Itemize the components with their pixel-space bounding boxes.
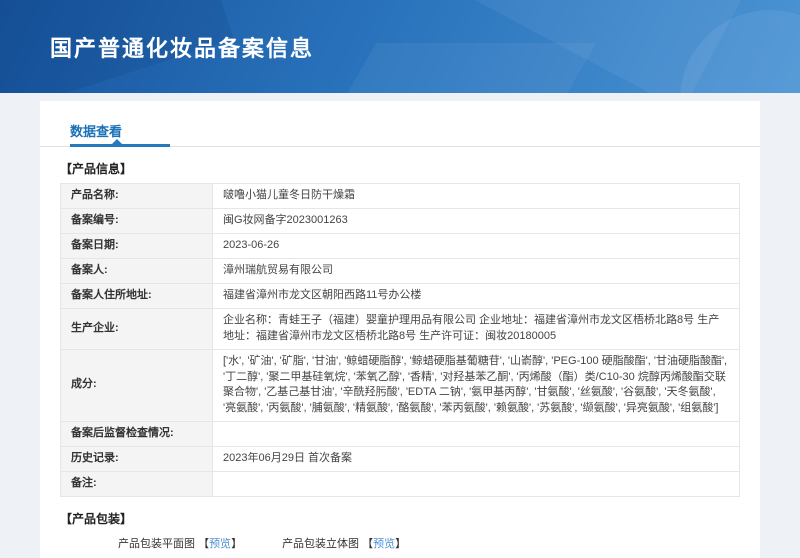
field-value: 啵噜小猫儿童冬日防干燥霜 xyxy=(213,184,740,209)
field-value: 2023-06-26 xyxy=(213,233,740,258)
field-label: 备案编号: xyxy=(61,208,213,233)
field-label: 产品名称: xyxy=(61,184,213,209)
field-label: 历史记录: xyxy=(61,447,213,472)
field-value xyxy=(213,472,740,497)
field-label: 生产企业: xyxy=(61,308,213,349)
field-value: 漳州瑞航贸易有限公司 xyxy=(213,258,740,283)
content-card: 数据查看 【产品信息】 产品名称: 啵噜小猫儿童冬日防干燥霜 备案编号: 闽G妆… xyxy=(40,101,760,558)
page-title: 国产普通化妆品备案信息 xyxy=(50,31,314,63)
section-title-product-package: 【产品包装】 xyxy=(60,510,740,527)
table-row: 历史记录: 2023年06月29日 首次备案 xyxy=(61,447,740,472)
page-header: 国产普通化妆品备案信息 xyxy=(0,0,800,93)
field-value: 2023年06月29日 首次备案 xyxy=(213,447,740,472)
field-value xyxy=(213,422,740,447)
bracket-open: 【 xyxy=(362,538,373,550)
field-label: 备案人住所地址: xyxy=(61,283,213,308)
bracket-open: 【 xyxy=(198,538,209,550)
field-value: 闽G妆网备字2023001263 xyxy=(213,208,740,233)
tab-bar: 数据查看 xyxy=(40,115,760,147)
product-info-table: 产品名称: 啵噜小猫儿童冬日防干燥霜 备案编号: 闽G妆网备字202300126… xyxy=(60,183,740,497)
package-stereo-item: 产品包装立体图 【预览】 xyxy=(282,535,406,551)
field-label: 备注: xyxy=(61,472,213,497)
table-row: 备案人住所地址: 福建省漳州市龙文区朝阳西路11号办公楼 xyxy=(61,283,740,308)
field-value: ['水', '矿油', '矿脂', '甘油', '鲸蜡硬脂醇', '鲸蜡硬脂基葡… xyxy=(213,349,740,422)
field-value: 企业名称：青蛙王子（福建）婴童护理用品有限公司 企业地址：福建省漳州市龙文区梧桥… xyxy=(213,308,740,349)
table-row: 备案人: 漳州瑞航贸易有限公司 xyxy=(61,258,740,283)
package-flat-label: 产品包装平面图 xyxy=(118,538,195,550)
package-stereo-label: 产品包装立体图 xyxy=(282,538,359,550)
table-row: 备案编号: 闽G妆网备字2023001263 xyxy=(61,208,740,233)
bracket-close: 】 xyxy=(395,538,406,550)
package-flat-item: 产品包装平面图 【预览】 xyxy=(118,535,242,551)
field-label: 备案日期: xyxy=(61,233,213,258)
field-label: 备案后监督检查情况: xyxy=(61,422,213,447)
table-row: 生产企业: 企业名称：青蛙王子（福建）婴童护理用品有限公司 企业地址：福建省漳州… xyxy=(61,308,740,349)
preview-stereo-link[interactable]: 预览 xyxy=(373,538,395,550)
field-label: 成分: xyxy=(61,349,213,422)
table-row: 成分: ['水', '矿油', '矿脂', '甘油', '鲸蜡硬脂醇', '鲸蜡… xyxy=(61,349,740,422)
table-row: 产品名称: 啵噜小猫儿童冬日防干燥霜 xyxy=(61,184,740,209)
active-tab-underline xyxy=(70,144,170,147)
field-value: 福建省漳州市龙文区朝阳西路11号办公楼 xyxy=(213,283,740,308)
table-row: 备注: xyxy=(61,472,740,497)
bracket-close: 】 xyxy=(231,538,242,550)
header-decoration xyxy=(284,43,596,93)
preview-flat-link[interactable]: 预览 xyxy=(209,538,231,550)
active-tab-caret-icon xyxy=(112,139,122,144)
field-label: 备案人: xyxy=(61,258,213,283)
package-preview-line: 产品包装平面图 【预览】 产品包装立体图 【预览】 xyxy=(60,535,740,551)
section-title-product-info: 【产品信息】 xyxy=(60,160,740,177)
table-row: 备案后监督检查情况: xyxy=(61,422,740,447)
table-row: 备案日期: 2023-06-26 xyxy=(61,233,740,258)
